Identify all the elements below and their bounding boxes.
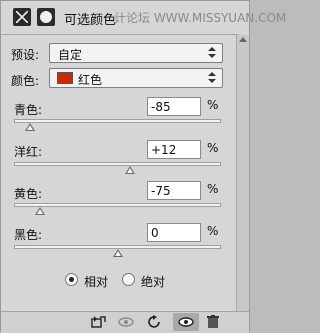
black-label: 黑色: — [14, 228, 43, 242]
magenta-input[interactable]: +12 — [147, 140, 201, 159]
adjustment-layer-icon — [13, 8, 31, 26]
preset-select[interactable]: 自定 — [49, 43, 223, 63]
black-percent: % — [207, 224, 219, 238]
yellow-percent: % — [207, 182, 219, 196]
color-value: 红色 — [78, 73, 103, 87]
magenta-label: 洋红: — [14, 145, 43, 159]
yellow-track[interactable] — [14, 203, 221, 207]
yellow-label: 黄色: — [14, 187, 43, 201]
relative-radio[interactable] — [65, 273, 78, 286]
eye-preview-icon[interactable] — [117, 315, 135, 329]
panel-header: 可选颜色 计论坛 WWW.MISSYUAN.COM — [1, 1, 286, 33]
relative-label: 相对 — [84, 275, 109, 289]
color-select[interactable]: 红色 — [49, 68, 223, 88]
mask-icon[interactable] — [37, 8, 55, 26]
header-divider — [1, 34, 239, 35]
yellow-slider-thumb[interactable] — [34, 207, 45, 215]
cyan-input[interactable]: -85 — [147, 97, 201, 116]
bottom-toolbar — [1, 311, 249, 333]
scrollbar[interactable] — [236, 35, 249, 311]
cyan-slider-thumb[interactable] — [24, 123, 35, 131]
black-slider-thumb[interactable] — [112, 249, 123, 257]
watermark-text: 计论坛 WWW.MISSYUAN.COM — [114, 11, 287, 25]
clip-to-layer-icon[interactable] — [91, 315, 107, 329]
absolute-radio[interactable] — [122, 273, 135, 286]
delete-icon[interactable] — [206, 315, 220, 329]
yellow-input[interactable]: -75 — [147, 181, 201, 200]
magenta-percent: % — [207, 141, 219, 155]
cyan-percent: % — [207, 98, 219, 112]
select-arrows-icon — [208, 47, 216, 59]
reset-icon[interactable] — [147, 315, 163, 329]
preset-value: 自定 — [58, 48, 83, 62]
selective-color-panel: 可选颜色 计论坛 WWW.MISSYUAN.COM 预设: 自定 颜色: 红色 … — [0, 0, 286, 333]
preset-label: 预设: — [11, 48, 40, 62]
black-input[interactable]: 0 — [147, 223, 201, 242]
magenta-track[interactable] — [14, 162, 221, 166]
select-arrows-icon — [208, 72, 216, 84]
visibility-icon — [178, 317, 194, 327]
panel-title: 可选颜色 — [64, 13, 117, 28]
cyan-label: 青色: — [14, 103, 43, 117]
color-label: 颜色: — [11, 74, 40, 88]
magenta-slider-thumb[interactable] — [124, 166, 135, 174]
scroll-up-icon[interactable] — [239, 37, 247, 42]
color-swatch — [57, 72, 73, 84]
visibility-toggle[interactable] — [173, 313, 199, 331]
absolute-label: 绝对 — [141, 275, 166, 289]
cyan-track[interactable] — [14, 119, 221, 123]
